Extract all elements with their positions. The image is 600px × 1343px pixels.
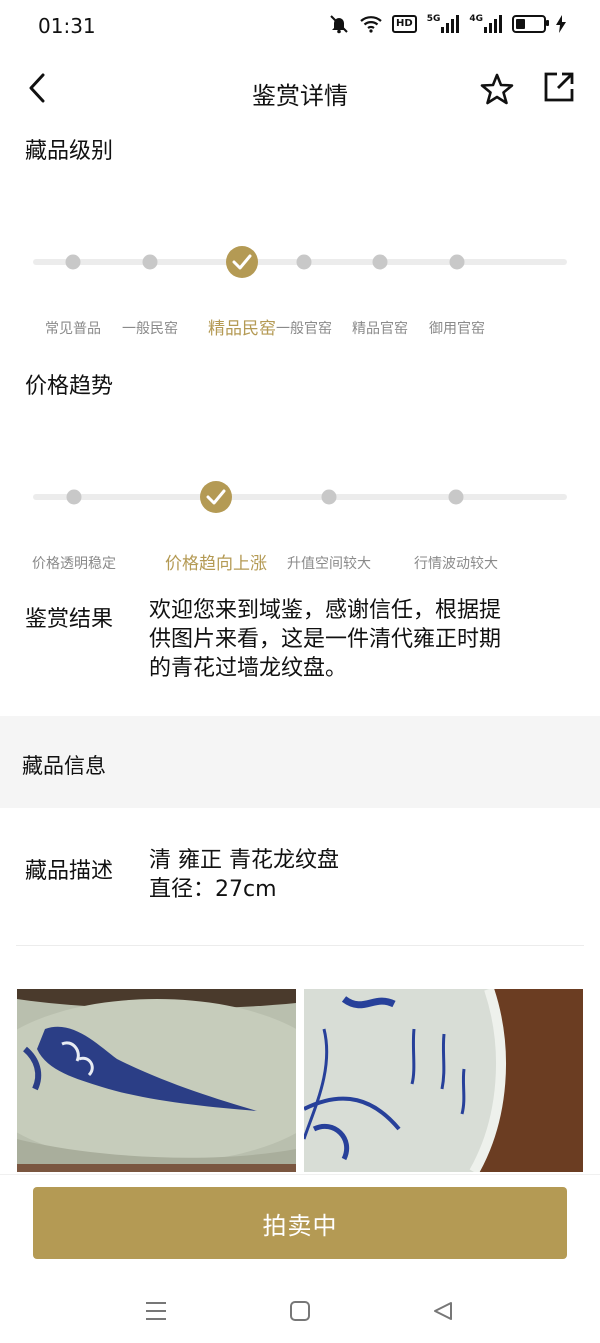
signal-5g-icon: 5G [427,14,460,34]
appraisal-line: 供图片来看，这是一件清代雍正时期 [149,627,502,652]
description-label: 藏品描述 [25,859,114,884]
share-icon [542,70,576,108]
net-4g-label: 4G [469,14,483,24]
wifi-icon [360,14,382,34]
trend-level-dot [66,489,82,505]
grade-level-label: 一般官窑 [276,321,332,337]
net-5g-label: 5G [426,14,441,24]
porcelain-photo-right[interactable] [304,989,583,1172]
trend-level-dot [321,489,337,505]
description-line: 直径：27cm [149,877,277,902]
trend-selected-check-icon [200,481,232,513]
grade-level-label: 常见普品 [45,321,101,337]
appraisal-line: 欢迎您来到域鉴，感谢信任，根据提 [149,598,502,623]
grade-selected-check-icon [226,246,258,278]
share-button[interactable] [540,70,578,108]
star-outline-icon [480,72,514,110]
trend-level-label: 价格透明稳定 [32,556,116,572]
grade-level-dot [142,254,158,270]
trend-level-label: 价格趋向上涨 [165,554,267,574]
appraisal-line: 的青花过墙龙纹盘。 [149,656,348,681]
trend-level-label: 行情波动较大 [414,556,498,572]
auction-button[interactable]: 拍卖中 [33,1187,567,1259]
signal-4g-icon: 4G [469,14,502,34]
divider [16,945,584,946]
appraisal-label: 鉴赏结果 [25,607,114,632]
mute-icon [328,14,350,34]
grade-level-dot [65,254,81,270]
grade-level-label: 一般民窑 [122,321,178,337]
grade-level-dot [372,254,388,270]
porcelain-photo-left[interactable] [17,989,296,1172]
grade-title: 藏品级别 [25,139,114,164]
status-icons: HD 5G 4G [328,14,566,34]
back-triangle-icon[interactable] [425,1293,461,1329]
appraisal-text: 欢迎您来到域鉴，感谢信任，根据提 供图片来看，这是一件清代雍正时期 的青花过墙龙… [149,596,569,683]
trend-track [33,494,567,500]
grade-level-dot [449,254,465,270]
grade-level-dot [296,254,312,270]
charging-icon [556,14,566,34]
trend-title: 价格趋势 [25,374,114,399]
grade-level-label: 精品官窑 [352,321,408,337]
favorite-button[interactable] [478,72,516,110]
home-icon[interactable] [282,1293,318,1329]
menu-icon[interactable] [138,1293,174,1329]
battery-icon [512,14,549,34]
grade-level-label: 精品民窑 [208,319,276,339]
grade-level-label: 御用官窑 [429,321,485,337]
description-text: 清 雍正 青花龙纹盘 直径：27cm [149,846,569,904]
system-nav [0,1283,600,1343]
description-line: 清 雍正 青花龙纹盘 [149,848,339,873]
status-time: 01:31 [38,14,96,38]
collection-info-title: 藏品信息 [22,754,106,778]
hd-icon: HD [392,15,417,33]
trend-level-dot [448,489,464,505]
trend-level-label: 升值空间较大 [287,556,371,572]
